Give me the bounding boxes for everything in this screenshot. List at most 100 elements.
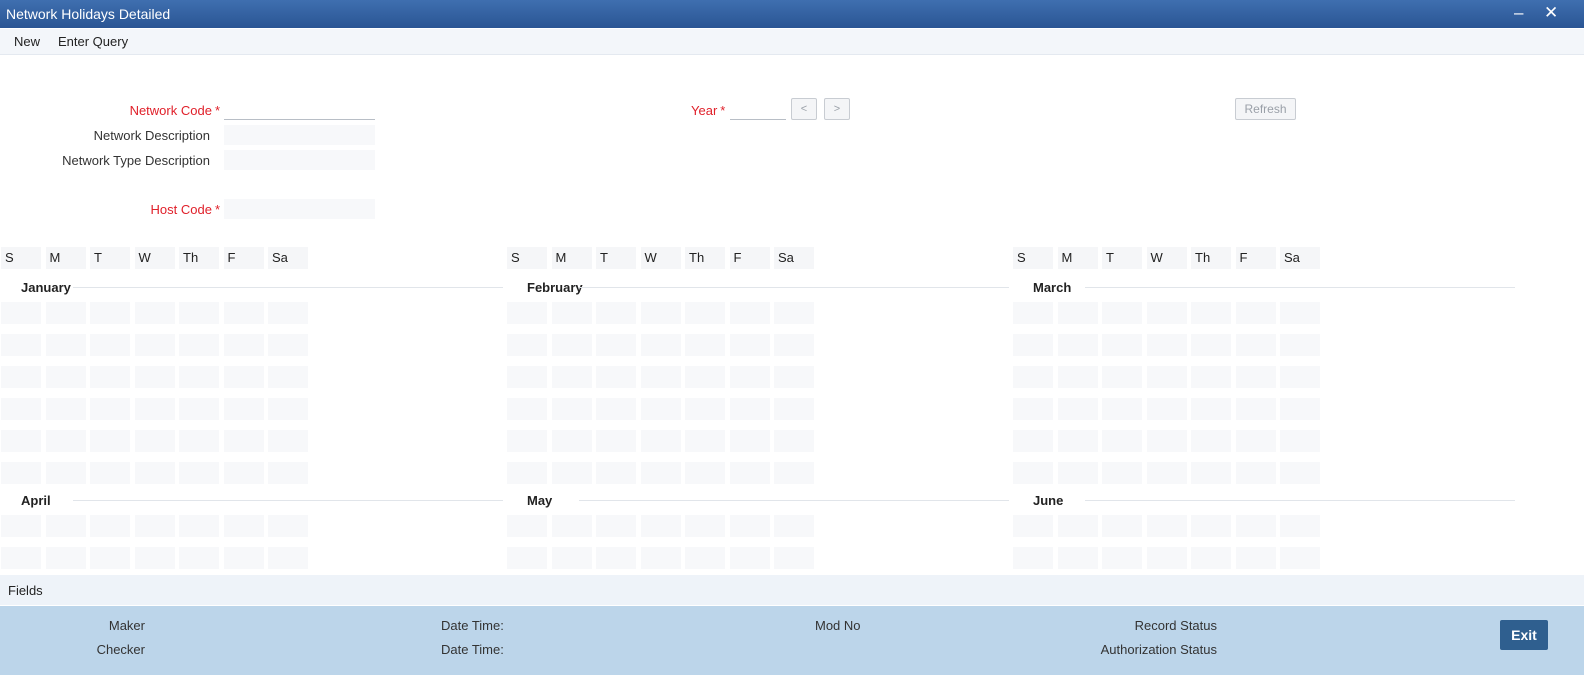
day-cell[interactable]: [596, 334, 636, 356]
day-cell[interactable]: [1, 366, 41, 388]
day-cell[interactable]: [1146, 462, 1187, 484]
close-icon[interactable]: ✕: [1544, 3, 1558, 23]
day-cell[interactable]: [45, 430, 86, 452]
day-cell[interactable]: [640, 334, 681, 356]
day-cell[interactable]: [1191, 302, 1231, 324]
fields-link[interactable]: Fields: [8, 583, 43, 598]
day-cell[interactable]: [1146, 334, 1187, 356]
day-cell[interactable]: [90, 462, 130, 484]
day-cell[interactable]: [179, 430, 219, 452]
day-cell[interactable]: [507, 334, 547, 356]
day-cell[interactable]: [134, 430, 175, 452]
day-cell[interactable]: [1102, 302, 1142, 324]
day-cell[interactable]: [268, 334, 308, 356]
day-cell[interactable]: [1057, 430, 1098, 452]
prev-year-button[interactable]: <: [791, 98, 817, 120]
day-cell[interactable]: [268, 302, 308, 324]
day-cell[interactable]: [1, 515, 41, 537]
day-cell[interactable]: [640, 515, 681, 537]
day-cell[interactable]: [268, 430, 308, 452]
day-cell[interactable]: [179, 547, 219, 569]
day-cell[interactable]: [640, 302, 681, 324]
day-cell[interactable]: [507, 462, 547, 484]
day-cell[interactable]: [223, 334, 264, 356]
day-cell[interactable]: [134, 366, 175, 388]
day-cell[interactable]: [1013, 334, 1053, 356]
network-description-input[interactable]: [224, 125, 375, 145]
next-year-button[interactable]: >: [824, 98, 850, 120]
day-cell[interactable]: [90, 398, 130, 420]
day-cell[interactable]: [685, 302, 725, 324]
day-cell[interactable]: [1, 302, 41, 324]
day-cell[interactable]: [1, 334, 41, 356]
day-cell[interactable]: [729, 515, 770, 537]
day-cell[interactable]: [1102, 462, 1142, 484]
day-cell[interactable]: [640, 366, 681, 388]
day-cell[interactable]: [551, 366, 592, 388]
day-cell[interactable]: [774, 547, 814, 569]
day-cell[interactable]: [774, 462, 814, 484]
day-cell[interactable]: [596, 398, 636, 420]
day-cell[interactable]: [1280, 334, 1320, 356]
day-cell[interactable]: [774, 334, 814, 356]
day-cell[interactable]: [685, 547, 725, 569]
day-cell[interactable]: [45, 547, 86, 569]
day-cell[interactable]: [596, 366, 636, 388]
day-cell[interactable]: [685, 430, 725, 452]
day-cell[interactable]: [1235, 334, 1276, 356]
day-cell[interactable]: [729, 430, 770, 452]
day-cell[interactable]: [551, 302, 592, 324]
day-cell[interactable]: [134, 302, 175, 324]
day-cell[interactable]: [774, 430, 814, 452]
day-cell[interactable]: [268, 398, 308, 420]
day-cell[interactable]: [1013, 430, 1053, 452]
day-cell[interactable]: [1, 462, 41, 484]
day-cell[interactable]: [1057, 515, 1098, 537]
day-cell[interactable]: [640, 547, 681, 569]
day-cell[interactable]: [729, 334, 770, 356]
day-cell[interactable]: [179, 366, 219, 388]
day-cell[interactable]: [90, 366, 130, 388]
day-cell[interactable]: [45, 462, 86, 484]
day-cell[interactable]: [1280, 398, 1320, 420]
year-input[interactable]: [730, 100, 786, 120]
day-cell[interactable]: [551, 334, 592, 356]
day-cell[interactable]: [685, 366, 725, 388]
day-cell[interactable]: [596, 515, 636, 537]
day-cell[interactable]: [507, 547, 547, 569]
day-cell[interactable]: [1191, 547, 1231, 569]
day-cell[interactable]: [268, 462, 308, 484]
day-cell[interactable]: [640, 462, 681, 484]
day-cell[interactable]: [268, 515, 308, 537]
day-cell[interactable]: [1, 430, 41, 452]
day-cell[interactable]: [1146, 430, 1187, 452]
day-cell[interactable]: [1146, 547, 1187, 569]
day-cell[interactable]: [1146, 515, 1187, 537]
day-cell[interactable]: [1191, 430, 1231, 452]
day-cell[interactable]: [134, 398, 175, 420]
day-cell[interactable]: [1102, 515, 1142, 537]
day-cell[interactable]: [1057, 398, 1098, 420]
day-cell[interactable]: [179, 334, 219, 356]
day-cell[interactable]: [134, 334, 175, 356]
refresh-button[interactable]: Refresh: [1235, 98, 1296, 120]
day-cell[interactable]: [45, 515, 86, 537]
day-cell[interactable]: [223, 302, 264, 324]
day-cell[interactable]: [1013, 547, 1053, 569]
day-cell[interactable]: [1013, 366, 1053, 388]
day-cell[interactable]: [729, 462, 770, 484]
day-cell[interactable]: [134, 515, 175, 537]
day-cell[interactable]: [179, 398, 219, 420]
day-cell[interactable]: [685, 515, 725, 537]
network-type-description-input[interactable]: [224, 150, 375, 170]
host-code-input[interactable]: [224, 199, 375, 219]
day-cell[interactable]: [1280, 515, 1320, 537]
day-cell[interactable]: [729, 398, 770, 420]
day-cell[interactable]: [223, 547, 264, 569]
day-cell[interactable]: [1280, 302, 1320, 324]
day-cell[interactable]: [1013, 302, 1053, 324]
day-cell[interactable]: [1102, 547, 1142, 569]
day-cell[interactable]: [1146, 366, 1187, 388]
day-cell[interactable]: [268, 366, 308, 388]
day-cell[interactable]: [223, 366, 264, 388]
